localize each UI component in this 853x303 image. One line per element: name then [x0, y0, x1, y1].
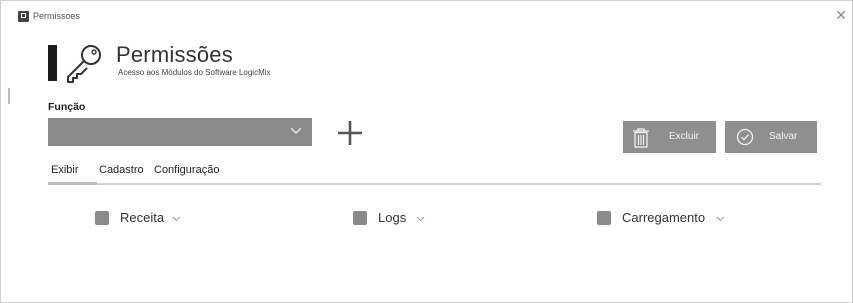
page-subtitle: Acesso aos Módulos do Software LogicMix	[118, 68, 271, 77]
window-title: Permissoes	[33, 11, 81, 21]
page-title: Permissões	[116, 42, 233, 67]
module-label: Logs	[378, 210, 407, 225]
funcao-dropdown[interactable]	[48, 118, 312, 146]
salvar-label: Salvar	[769, 131, 798, 142]
tab-active-indicator	[48, 182, 97, 185]
chevron-down-icon[interactable]	[172, 214, 181, 223]
module-checkbox[interactable]	[95, 211, 109, 225]
module-checkbox[interactable]	[597, 211, 611, 225]
tab-configuracao[interactable]: Configuração	[154, 164, 219, 176]
funcao-label: Função	[48, 101, 86, 113]
tab-divider	[97, 183, 821, 185]
chevron-down-icon	[290, 127, 302, 134]
trash-icon	[633, 128, 649, 148]
tab-cadastro[interactable]: Cadastro	[99, 164, 144, 176]
module-label: Receita	[120, 210, 165, 225]
chevron-down-icon[interactable]	[716, 214, 725, 223]
app-icon	[18, 11, 29, 22]
header-accent-bar	[48, 45, 57, 81]
plus-icon	[338, 121, 362, 145]
close-icon[interactable]: ✕	[835, 8, 847, 22]
module-checkbox[interactable]	[353, 211, 367, 225]
excluir-button[interactable]: Excluir	[623, 121, 716, 153]
title-bar: Permissoes ✕	[0, 0, 853, 30]
tab-exibir[interactable]: Exibir	[51, 164, 79, 176]
excluir-label: Excluir	[669, 131, 700, 142]
salvar-button[interactable]: Salvar	[725, 121, 817, 153]
window-edge-marker	[8, 88, 10, 104]
check-circle-icon	[736, 128, 754, 146]
module-label: Carregamento	[622, 210, 706, 225]
add-funcao-button[interactable]	[336, 119, 364, 147]
chevron-down-icon[interactable]	[416, 214, 425, 223]
key-icon	[67, 45, 101, 83]
